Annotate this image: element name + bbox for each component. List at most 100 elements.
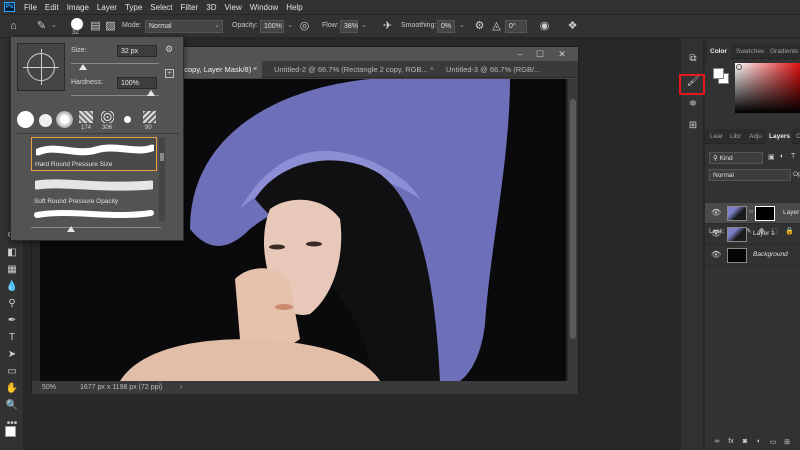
menu-type[interactable]: Type <box>121 3 146 12</box>
menu-view[interactable]: View <box>221 3 246 12</box>
menu-select[interactable]: Select <box>146 3 176 12</box>
properties-icon[interactable]: ⧉ <box>685 51 701 67</box>
layer-filter-select[interactable]: ⚲ Kind <box>709 152 763 164</box>
menu-layer[interactable]: Layer <box>93 3 121 12</box>
layer-name[interactable]: Layer 1 <box>753 230 775 237</box>
tab-channels[interactable]: C <box>793 129 800 144</box>
tab-current-document[interactable]: 1 copy, Layer Mask/8) * × <box>172 61 262 78</box>
tab-adjustments[interactable]: Adju <box>746 129 765 144</box>
hand-icon[interactable]: ✋ <box>4 381 20 396</box>
gradient-icon[interactable]: ▦ <box>4 262 20 277</box>
menu-help[interactable]: Help <box>282 3 306 12</box>
menu-edit[interactable]: Edit <box>41 3 63 12</box>
tab-untitled-2[interactable]: Untitled-2 @ 66.7% (Rectangle 2 copy, RG… <box>268 61 438 78</box>
scrollbar-thumb[interactable] <box>570 99 576 339</box>
link-icon[interactable]: ∞ <box>749 209 753 215</box>
brush-angle-widget[interactable] <box>17 43 65 91</box>
hardness-slider-knob[interactable] <box>147 90 155 96</box>
tab-gradients[interactable]: Gradients <box>767 44 800 59</box>
menu-3d[interactable]: 3D <box>202 3 220 12</box>
layer-name[interactable]: Background <box>753 251 788 258</box>
tab-learn[interactable]: Lear <box>707 129 725 144</box>
layer-name[interactable]: Layer <box>783 209 799 216</box>
brush-preset-partial[interactable] <box>31 209 157 219</box>
preset-list-scrollbar[interactable] <box>159 137 165 221</box>
rectangle-icon[interactable]: ▭ <box>4 364 20 379</box>
foreground-color-swatch[interactable] <box>713 68 724 79</box>
vertical-scrollbar[interactable] <box>568 79 578 381</box>
angle-field[interactable]: 0° <box>505 20 527 33</box>
menu-image[interactable]: Image <box>63 3 93 12</box>
add-mask-icon[interactable]: ◙ <box>739 438 751 448</box>
tab-libraries[interactable]: Libr <box>727 129 744 144</box>
tab-color[interactable]: Color <box>707 44 731 59</box>
layer-thumbnail[interactable] <box>727 227 747 242</box>
brush-tip-texture[interactable] <box>79 111 93 123</box>
flow-dropdown[interactable]: ⌄ <box>358 20 370 33</box>
tab-swatches[interactable]: Swatches <box>733 44 765 59</box>
type-tool-icon[interactable]: T <box>4 330 20 345</box>
menu-filter[interactable]: Filter <box>177 3 203 12</box>
chevron-right-icon[interactable]: › <box>180 381 182 394</box>
opacity-dropdown[interactable]: ⌄ <box>284 20 296 33</box>
pen-icon[interactable]: ✒ <box>4 313 20 328</box>
foreground-color-swatch[interactable] <box>5 426 16 437</box>
brush-tip-scatter[interactable] <box>101 111 114 123</box>
new-group-icon[interactable]: ▭ <box>767 438 779 448</box>
size-slider-knob[interactable] <box>79 64 87 70</box>
visibility-eye-icon[interactable]: 👁 <box>711 229 721 238</box>
color-picker-field[interactable] <box>735 63 800 113</box>
filter-adjustment-icon[interactable]: ◐ <box>780 153 784 160</box>
eraser-icon[interactable]: ◧ <box>4 245 20 260</box>
brush-tip-soft[interactable] <box>56 111 73 128</box>
airbrush-icon[interactable]: ✈ <box>380 19 395 34</box>
layer-thumbnail[interactable] <box>727 206 747 221</box>
opacity-field[interactable]: 100% <box>260 20 284 33</box>
brush-preset-dropdown[interactable]: ⌄ <box>48 20 60 33</box>
visibility-eye-icon[interactable]: 👁 <box>711 208 721 217</box>
size-field[interactable]: 32 px <box>117 45 157 57</box>
layer-effects-icon[interactable]: fx <box>725 438 737 448</box>
pressure-opacity-icon[interactable]: ◎ <box>297 19 312 34</box>
pressure-size-icon[interactable]: ◉ <box>537 19 552 34</box>
layer-thumbnail[interactable] <box>727 248 747 263</box>
home-icon[interactable]: ⌂ <box>6 19 21 34</box>
brush-tip-hard-round[interactable] <box>17 111 34 128</box>
brush-preset-hard-round-pressure-size[interactable]: Hard Round Pressure Size <box>31 137 157 171</box>
symmetry-icon[interactable]: ❖ <box>565 19 580 34</box>
brush-panel-icon[interactable]: ▨ <box>103 19 118 34</box>
preview-size-knob[interactable] <box>67 226 75 232</box>
scrollbar-thumb[interactable] <box>160 153 164 161</box>
preview-size-slider[interactable] <box>31 227 161 228</box>
brush-settings-icon[interactable]: ▤ <box>88 19 103 34</box>
path-selection-icon[interactable]: ➤ <box>4 347 20 362</box>
filter-pixel-icon[interactable]: ▣ <box>768 153 775 161</box>
menu-window[interactable]: Window <box>246 3 282 12</box>
close-icon[interactable]: × <box>254 61 258 78</box>
menu-file[interactable]: File <box>20 3 41 12</box>
flow-field[interactable]: 38% <box>340 20 358 33</box>
link-layers-icon[interactable]: ∞ <box>711 438 723 448</box>
brush-tip-small[interactable] <box>124 116 131 123</box>
brush-tip-preview[interactable] <box>71 18 83 30</box>
smoothing-dropdown[interactable]: ⌄ <box>456 20 468 33</box>
visibility-eye-icon[interactable]: 👁 <box>711 250 721 259</box>
layer-row-masked[interactable]: 👁 ∞ Layer <box>705 203 800 224</box>
clone-source-icon[interactable]: ⊞ <box>685 118 701 134</box>
brush-preset-soft-round-pressure-opacity[interactable]: Soft Round Pressure Opacity <box>31 173 157 207</box>
layer-row-layer-1[interactable]: 👁 Layer 1 <box>705 224 800 245</box>
color-picker-cursor[interactable] <box>736 64 742 70</box>
zoom-icon[interactable]: 🔍 <box>4 398 20 413</box>
brush-tip-round[interactable] <box>39 114 52 127</box>
new-preset-icon[interactable]: + <box>165 69 174 78</box>
maximize-icon[interactable]: ☐ <box>532 47 548 61</box>
gear-icon[interactable]: ⚙ <box>165 44 173 55</box>
minimize-icon[interactable]: – <box>512 47 528 61</box>
blur-icon[interactable]: 💧 <box>4 279 20 294</box>
close-icon[interactable]: × <box>430 61 434 78</box>
smoothing-field[interactable]: 0% <box>437 20 455 33</box>
brush-preset-icon[interactable]: ✎ <box>34 19 49 34</box>
filter-type-icon[interactable]: T <box>791 153 795 160</box>
hardness-slider[interactable] <box>71 95 159 96</box>
new-adjustment-icon[interactable]: ◐ <box>753 438 765 448</box>
